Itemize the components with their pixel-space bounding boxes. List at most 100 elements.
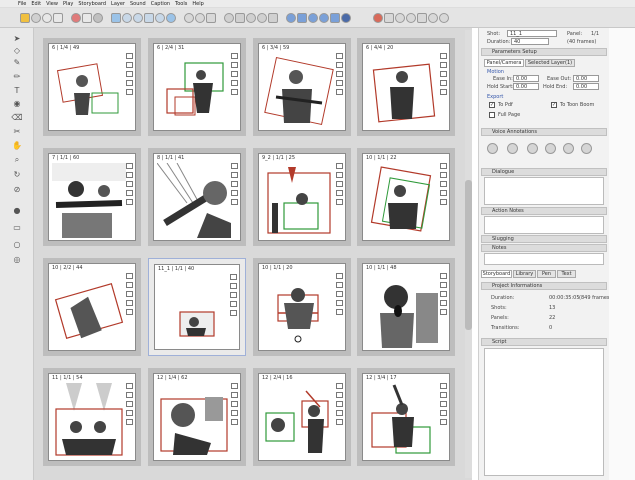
project-info-header[interactable]: Project Informations [481,282,607,290]
note-icon[interactable] [231,401,238,407]
volume-icon[interactable] [384,12,394,23]
record-icon[interactable] [527,143,538,154]
add-panel-icon[interactable] [286,12,296,23]
sound-icon[interactable] [126,163,133,169]
storyboard-panel[interactable]: 8 | 1/1 | 41 [148,148,246,246]
sound-icon[interactable] [440,383,447,389]
storyboard-panel[interactable]: 7 | 1/1 | 60 [43,148,141,246]
menu-item-help[interactable]: Help [192,1,203,7]
script-field[interactable] [484,348,604,476]
tab-text[interactable]: Text [557,270,576,278]
select-icon[interactable]: ◇ [10,44,24,56]
grid-icon[interactable] [206,12,216,23]
storyboard-panel[interactable]: 10 | 1/1 | 48 [357,258,455,356]
menu-item-tools[interactable]: Tools [175,1,187,7]
layer-icon[interactable] [440,190,447,196]
layer-icon[interactable] [336,190,343,196]
to-pdf-checkbox[interactable]: ✓ [489,102,495,108]
transition-icon[interactable] [126,199,133,205]
storyboard-panel[interactable]: 6 | 4/4 | 20 [357,38,455,136]
storyboard-panel[interactable]: 10 | 1/1 | 22 [357,148,455,246]
paste-icon[interactable] [53,12,63,23]
delete-panel-icon[interactable] [308,12,318,23]
play-icon[interactable] [246,12,256,23]
brush-icon[interactable]: ✎ [10,56,24,68]
camera-icon[interactable] [230,283,237,289]
note-icon[interactable] [440,291,447,297]
menu-item-layer[interactable]: Layer [111,1,125,7]
camera-icon[interactable] [440,392,447,398]
menu-item-storyboard[interactable]: Storyboard [78,1,106,7]
menu-item-play[interactable]: Play [63,1,73,7]
layer-icon[interactable] [126,300,133,306]
duration-field[interactable]: 40 [511,38,549,45]
sound-icon[interactable] [440,53,447,59]
shape-icon[interactable]: ▭ [10,221,24,233]
storyboard-panel[interactable]: 6 | 1/4 | 49 [43,38,141,136]
layer-icon[interactable] [126,80,133,86]
tab-pen[interactable]: Pen [537,270,556,278]
fill-icon[interactable]: ◉ [10,97,24,109]
note-icon[interactable] [336,291,343,297]
dialogue-field[interactable] [484,177,604,205]
onion-skin-icon[interactable] [184,12,194,23]
layer-icon[interactable]: ◎ [10,253,24,265]
transition-icon[interactable] [440,89,447,95]
camera-icon[interactable] [440,172,447,178]
storyboard-panel[interactable]: 6 | 2/4 | 31 [148,38,246,136]
ease-in-field[interactable]: 0.00 [513,75,539,82]
sound-icon[interactable] [126,273,133,279]
ease-out-field[interactable]: 0.00 [573,75,599,82]
storyboard-panel[interactable]: 11_1 | 1/1 | 40 [148,258,246,356]
tab-library[interactable]: Library [513,270,536,278]
sound-icon[interactable] [231,163,238,169]
sound-icon[interactable] [336,163,343,169]
camera-icon[interactable] [336,172,343,178]
camera-icon[interactable] [231,62,238,68]
to-toon-boom-checkbox[interactable]: ✓ [551,102,557,108]
transition-icon[interactable] [231,199,238,205]
sound-icon[interactable] [336,273,343,279]
note-icon[interactable] [440,181,447,187]
cutter-icon[interactable]: ✂ [10,125,24,137]
sound-icon[interactable] [126,53,133,59]
eyedropper-icon[interactable]: ⊘ [10,183,24,195]
note-icon[interactable] [336,181,343,187]
shot-field[interactable]: 11_1 [507,30,557,37]
forward-icon[interactable] [563,143,574,154]
full-page-checkbox[interactable] [489,112,495,118]
circle-icon[interactable]: ○ [10,238,24,250]
duplicate-panel-icon[interactable] [297,12,307,23]
storyboard-panel[interactable]: 6 | 3/4 | 59 [253,38,351,136]
previous-panel-icon[interactable] [235,12,245,23]
transition-icon[interactable] [126,309,133,315]
loop-icon[interactable] [581,143,592,154]
layer-icon[interactable] [126,190,133,196]
transition-icon[interactable] [336,419,343,425]
storyboard-panel[interactable]: 12 | 2/4 | 16 [253,368,351,466]
mute-icon[interactable] [395,12,405,23]
note-icon[interactable] [440,401,447,407]
undo-icon[interactable] [71,12,81,23]
camera-icon[interactable] [231,392,238,398]
redo-icon[interactable] [82,12,92,23]
pan-icon[interactable] [144,12,154,23]
layer-icon[interactable] [336,410,343,416]
slugging-header[interactable]: Slugging [481,235,607,243]
transition-icon[interactable] [126,419,133,425]
sound-icon[interactable] [231,53,238,59]
note-icon[interactable] [440,71,447,77]
copy-icon[interactable] [42,12,52,23]
layer-icon[interactable] [440,80,447,86]
last-panel-icon[interactable] [268,12,278,23]
transition-icon[interactable] [440,199,447,205]
sound-icon[interactable] [373,12,383,23]
select-icon[interactable] [111,12,121,23]
note-icon[interactable] [126,181,133,187]
tab-selected-layer[interactable]: Selected Layer(1) [525,59,575,67]
note-icon[interactable] [231,181,238,187]
voice-annotations-header[interactable]: Voice Annotations [481,128,607,136]
layer-icon[interactable] [336,300,343,306]
play-icon[interactable] [545,143,556,154]
notes-header[interactable]: Notes [481,244,607,252]
